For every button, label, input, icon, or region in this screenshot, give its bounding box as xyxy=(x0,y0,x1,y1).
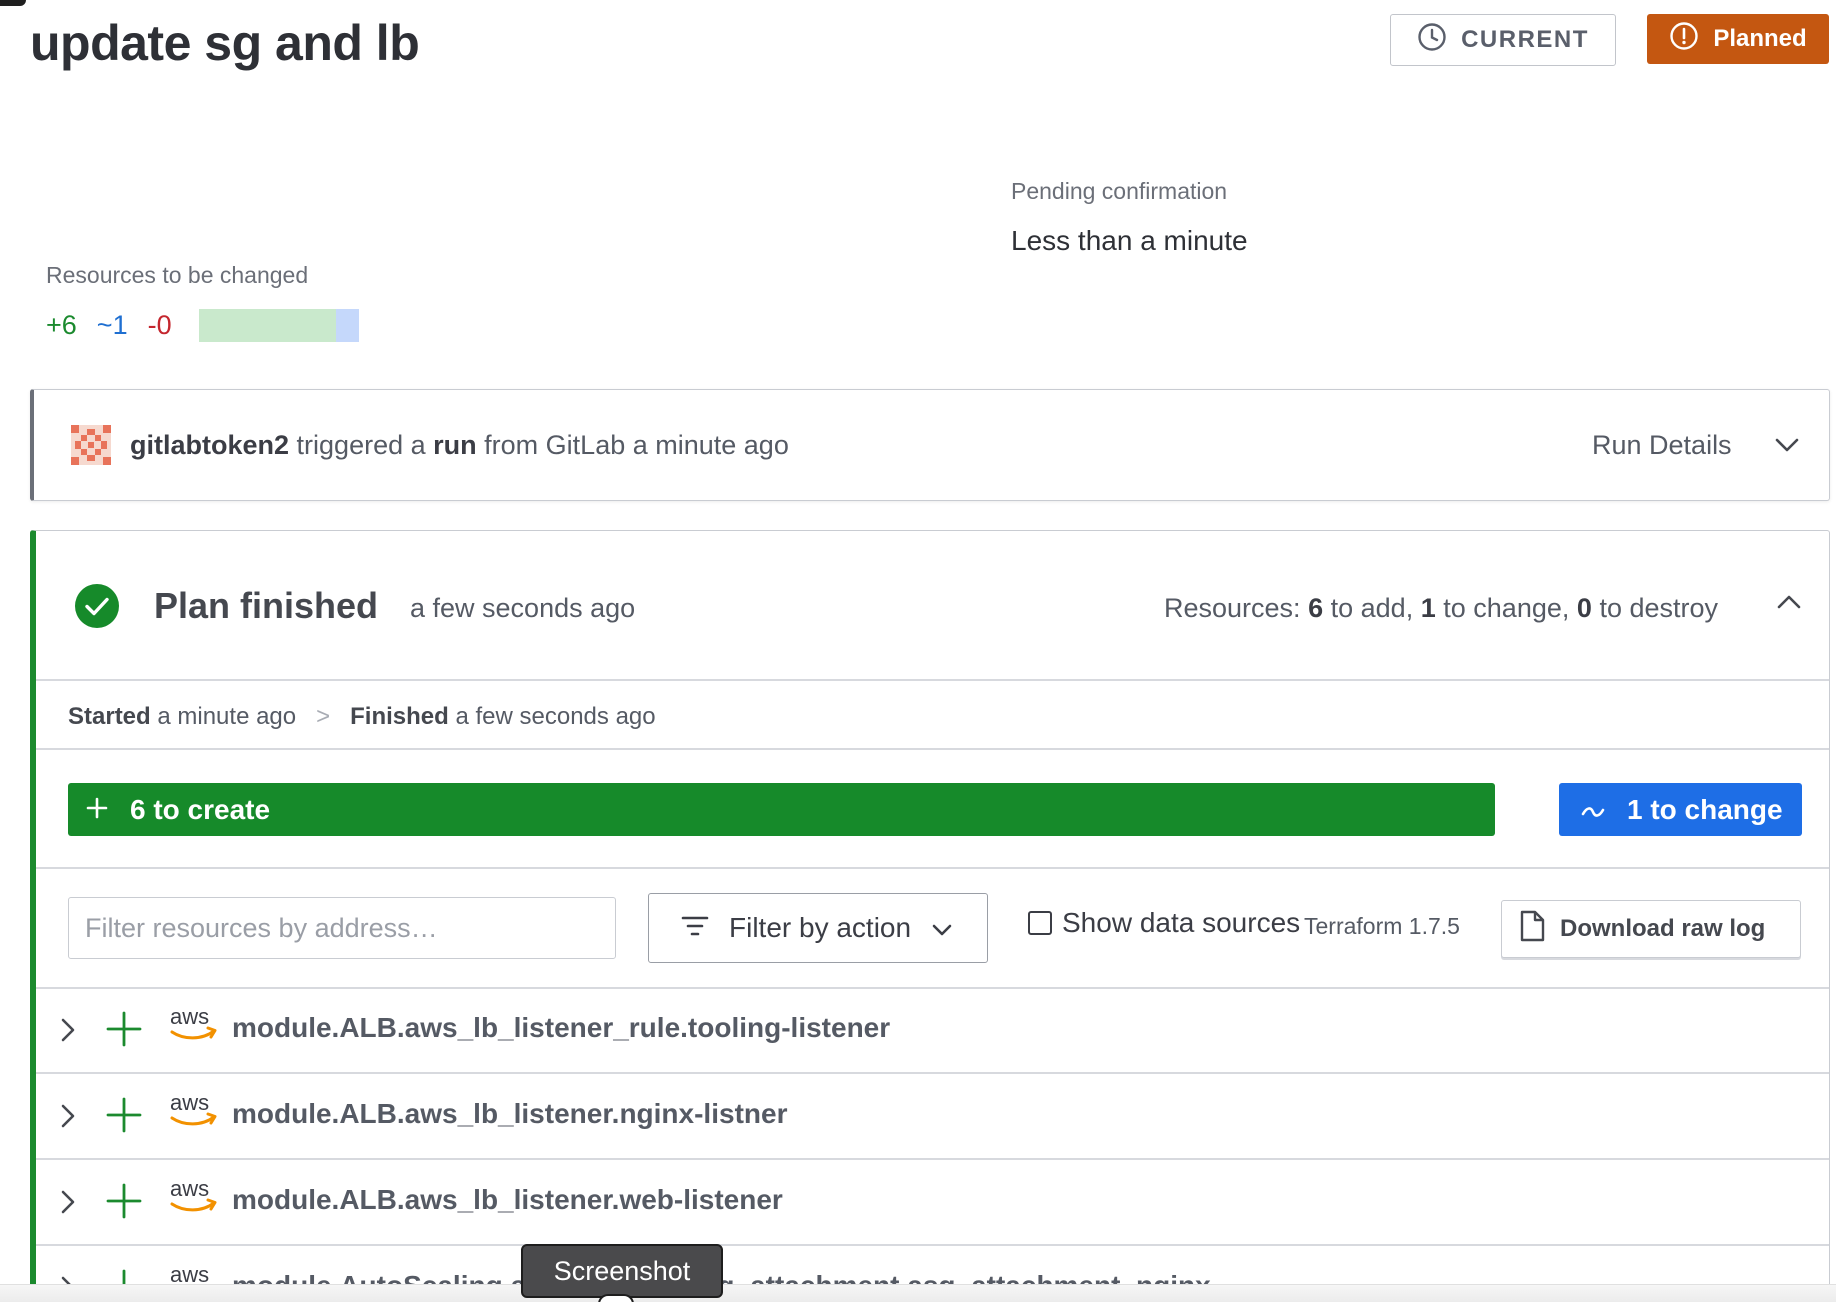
resource-address[interactable]: module.ALB.aws_lb_listener_rule.tooling-… xyxy=(232,1012,890,1044)
to-create-filter-bar[interactable]: 6 to create xyxy=(68,783,1495,836)
resources-bar-add-segment xyxy=(199,309,336,342)
resource-address[interactable]: module.ALB.aws_lb_listener.web-listener xyxy=(232,1184,783,1216)
add-count: +6 xyxy=(46,310,77,340)
show-data-sources-checkbox[interactable] xyxy=(1028,911,1052,935)
aws-logo-text: aws xyxy=(170,1178,209,1201)
plus-icon xyxy=(86,794,108,826)
change-count: ~1 xyxy=(96,310,128,340)
clock-icon xyxy=(1417,22,1447,59)
resources-change-bar xyxy=(199,309,359,342)
planned-label: Planned xyxy=(1713,25,1807,52)
show-data-sources-label: Show data sources xyxy=(1062,907,1301,938)
plus-icon xyxy=(106,1097,142,1138)
page-title: update sg and lb xyxy=(30,15,420,71)
to-change-filter-bar[interactable]: 1 to change xyxy=(1559,783,1802,836)
filter-by-action-dropdown[interactable]: Filter by action xyxy=(648,893,988,963)
filter-by-action-label: Filter by action xyxy=(729,912,912,943)
terraform-version: Terraform 1.7.5 xyxy=(1304,913,1460,939)
filter-icon xyxy=(681,912,709,944)
resource-row[interactable]: aws module.ALB.aws_lb_listener_rule.tooli… xyxy=(36,987,1829,1074)
trigger-description: gitlabtoken2 triggered a run from GitLab… xyxy=(130,430,789,460)
download-raw-log-button[interactable]: Download raw log xyxy=(1501,900,1801,958)
divider xyxy=(36,867,1829,869)
current-label: CURRENT xyxy=(1461,26,1589,53)
to-change-label: 1 to change xyxy=(1627,793,1783,825)
chevron-up-icon[interactable] xyxy=(1776,593,1802,616)
check-circle-icon xyxy=(74,583,120,634)
plan-title: Plan finished xyxy=(154,585,379,626)
show-data-sources-toggle[interactable]: Show data sources xyxy=(1028,907,1300,939)
pending-confirmation-value: Less than a minute xyxy=(1011,225,1248,256)
avatar xyxy=(71,425,111,465)
chevron-down-icon[interactable] xyxy=(1774,436,1800,459)
aws-logo-text: aws xyxy=(170,1006,209,1029)
pending-confirmation-label: Pending confirmation xyxy=(1011,178,1228,204)
chevron-right-icon[interactable] xyxy=(60,1017,76,1048)
destroy-count: -0 xyxy=(147,310,172,340)
divider xyxy=(36,679,1829,681)
run-trigger-card[interactable]: gitlabtoken2 triggered a run from GitLab… xyxy=(30,389,1830,501)
chevron-down-icon xyxy=(931,912,953,944)
bottom-toolbar xyxy=(0,1284,1836,1302)
tooltip-pointer xyxy=(598,1294,634,1302)
current-button[interactable]: CURRENT xyxy=(1390,14,1616,66)
window-corner xyxy=(0,0,26,6)
alert-icon xyxy=(1669,21,1699,58)
plan-time: a few seconds ago xyxy=(410,593,636,623)
tilde-icon xyxy=(1581,794,1605,826)
plus-icon xyxy=(106,1011,142,1052)
aws-logo-icon: aws xyxy=(168,1176,218,1223)
divider xyxy=(36,748,1829,750)
download-raw-log-label: Download raw log xyxy=(1560,915,1766,942)
plan-card: Plan finished a few seconds ago Resource… xyxy=(30,530,1830,1302)
resource-row[interactable]: aws module.ALB.aws_lb_listener.web-listen… xyxy=(36,1159,1829,1246)
plan-resources-summary: Resources: 6 to add, 1 to change, 0 to d… xyxy=(1164,593,1718,623)
resources-counts: +6 ~1 -0 xyxy=(46,310,172,341)
plus-icon xyxy=(106,1183,142,1224)
filter-address-input[interactable] xyxy=(68,897,616,959)
screenshot-tooltip: Screenshot xyxy=(521,1244,723,1298)
resources-to-change-label: Resources to be changed xyxy=(46,262,309,288)
resource-address[interactable]: module.ALB.aws_lb_listener.nginx-listner xyxy=(232,1098,787,1130)
trigger-run-word: run xyxy=(433,430,477,460)
chevron-right-icon[interactable] xyxy=(60,1189,76,1220)
chevron-right-icon[interactable] xyxy=(60,1103,76,1134)
plan-timeline: Started a minute ago > Finished a few se… xyxy=(68,703,656,730)
aws-logo-text: aws xyxy=(170,1092,209,1115)
trigger-user[interactable]: gitlabtoken2 xyxy=(130,430,289,460)
resource-row[interactable]: aws module.ALB.aws_lb_listener.nginx-list… xyxy=(36,1073,1829,1160)
resources-bar-change-segment xyxy=(336,309,359,342)
planned-status-badge[interactable]: Planned xyxy=(1647,14,1829,64)
aws-logo-icon: aws xyxy=(168,1004,218,1051)
file-icon xyxy=(1518,910,1546,949)
to-create-label: 6 to create xyxy=(130,793,271,825)
aws-logo-icon: aws xyxy=(168,1090,218,1137)
run-details-toggle[interactable]: Run Details xyxy=(1592,430,1732,461)
